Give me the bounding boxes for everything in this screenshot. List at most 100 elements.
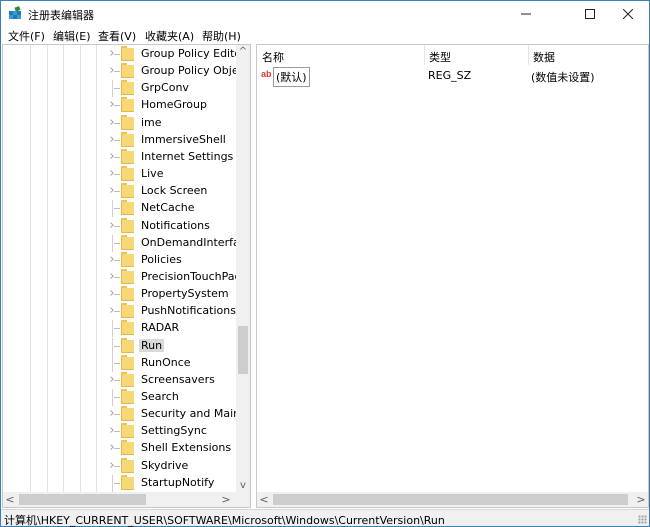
tree-item[interactable]: StartupNotify	[3, 474, 237, 492]
tree-item[interactable]: › PropertySystem	[3, 286, 237, 303]
menu-help[interactable]: 帮助(H)	[201, 28, 242, 44]
tree-connector	[114, 105, 120, 107]
tree-connector	[114, 259, 120, 261]
tree-item[interactable]: GrpConv	[3, 80, 237, 98]
column-header-type[interactable]: 类型	[424, 45, 528, 65]
tree-item[interactable]: › Lock Screen	[3, 183, 237, 200]
tree-item[interactable]: › Skydrive	[3, 457, 237, 475]
scroll-right-arrow-icon[interactable]: >	[219, 492, 233, 507]
column-header-data[interactable]: 数据	[528, 45, 648, 65]
menu-bar: 文件(F) 编辑(E) 查看(V) 收藏夹(A) 帮助(H)	[1, 27, 649, 45]
resize-grip-icon[interactable]	[638, 515, 647, 524]
tree-connector	[114, 139, 120, 141]
status-bar: 计算机\HKEY_CURRENT_USER\SOFTWARE\Microsoft…	[1, 509, 649, 527]
tree-connector	[112, 354, 113, 372]
values-pane[interactable]: 名称 类型 数据 ab (默认) REG_SZ (数值未设置) < >	[256, 44, 649, 508]
tree-item-label: Group Policy Objec	[141, 64, 245, 78]
scroll-left-arrow-icon[interactable]: <	[257, 492, 271, 507]
current-key-path: 计算机\HKEY_CURRENT_USER\SOFTWARE\Microsoft…	[4, 514, 445, 527]
tree-item-label: HomeGroup	[141, 98, 207, 112]
tree-item[interactable]: › Group Policy Editor	[3, 46, 246, 63]
tree-connector	[114, 414, 120, 416]
scrollbar-thumb[interactable]	[238, 326, 248, 374]
tree-item[interactable]: RADAR	[3, 320, 237, 338]
tree-item[interactable]: › Internet Settings	[3, 148, 237, 166]
tree-connector	[114, 328, 120, 330]
tree-item[interactable]: NetCache	[3, 200, 237, 218]
tree-item[interactable]: › PushNotifications	[3, 303, 237, 320]
menu-favorites[interactable]: 收藏夹(A)	[144, 28, 195, 44]
folder-icon	[121, 183, 134, 199]
tree-connector	[114, 88, 120, 90]
tree-item-label: Group Policy Editor	[141, 47, 246, 60]
tree-item[interactable]: › Policies	[3, 251, 237, 269]
tree-connector	[114, 71, 120, 73]
tree-item-label: ime	[141, 115, 162, 129]
values-horizontal-scrollbar[interactable]: < >	[257, 492, 648, 507]
scrollbar-thumb[interactable]	[273, 494, 628, 505]
maximize-icon	[585, 9, 595, 19]
scroll-down-arrow-icon[interactable]: v	[236, 479, 250, 493]
tree-vertical-scrollbar[interactable]: ^ v	[236, 45, 250, 493]
folder-icon	[121, 423, 134, 439]
tree-item[interactable]: › HomeGroup	[3, 97, 237, 114]
minimize-button[interactable]	[503, 1, 549, 27]
folder-icon	[121, 406, 134, 422]
close-button[interactable]	[605, 1, 650, 27]
scroll-up-arrow-icon[interactable]: ^	[236, 45, 250, 59]
folder-icon	[121, 234, 134, 250]
tree-item[interactable]: Run	[3, 337, 237, 355]
tree-item-label: RunOnce	[141, 355, 191, 369]
tree-item-label: Policies	[141, 252, 182, 266]
tree-item[interactable]: OnDemandInterface	[3, 234, 250, 252]
tree-connector	[114, 397, 120, 398]
tree-item[interactable]: › Group Policy Objec	[3, 63, 245, 80]
folder-icon	[121, 286, 134, 302]
tree-item-label: Skydrive	[141, 458, 189, 472]
close-icon	[623, 9, 633, 19]
column-header-name[interactable]: 名称	[257, 45, 424, 65]
tree-item[interactable]: › PrecisionTouchPad	[3, 268, 242, 286]
folder-icon	[121, 337, 134, 353]
tree-item[interactable]: › Shell Extensions	[3, 440, 237, 457]
tree-item[interactable]: › Notifications	[3, 217, 237, 235]
value-data: (数值未设置)	[531, 71, 595, 84]
folder-icon	[121, 268, 134, 284]
value-name[interactable]: (默认)	[273, 67, 310, 87]
tree-connector	[114, 482, 120, 484]
tree-item-label: Internet Settings	[141, 149, 234, 163]
tree-item[interactable]: › Live	[3, 166, 237, 183]
value-row[interactable]: ab (默认) REG_SZ (数值未设置)	[257, 67, 648, 87]
tree-connector	[114, 465, 120, 467]
scroll-right-arrow-icon[interactable]: >	[634, 492, 648, 507]
tree-horizontal-scrollbar[interactable]: < >	[3, 492, 250, 507]
tree-item[interactable]: › SettingSync	[3, 423, 237, 440]
key-tree-pane[interactable]: › Group Policy Editor › Group Policy Objec G…	[2, 44, 251, 508]
tree-connector	[114, 362, 120, 364]
menu-edit[interactable]: 编辑(E)	[52, 28, 92, 44]
window-title: 注册表编辑器	[28, 9, 94, 22]
tree-item[interactable]: › ime	[3, 114, 237, 132]
menu-file[interactable]: 文件(F)	[7, 28, 46, 44]
tree-item[interactable]: Search	[3, 389, 237, 406]
tree-connector	[114, 208, 120, 210]
folder-icon	[121, 166, 134, 182]
tree-item-label: PushNotifications	[141, 304, 236, 318]
tree-item[interactable]: › Security and Mainte	[3, 406, 250, 423]
folder-icon	[121, 97, 134, 113]
scrollbar-thumb[interactable]	[19, 494, 146, 505]
tree-item-label: SettingSync	[141, 424, 207, 438]
folder-icon	[121, 303, 134, 319]
scroll-left-arrow-icon[interactable]: <	[3, 492, 17, 507]
tree-connector	[112, 474, 113, 492]
tree-item[interactable]: › ImmersiveShell	[3, 131, 237, 149]
tree-connector	[114, 448, 120, 450]
tree-connector	[114, 311, 120, 313]
menu-view[interactable]: 查看(V)	[97, 28, 137, 44]
tree-item[interactable]: RunOnce	[3, 354, 237, 372]
tree-item[interactable]: › Screensavers	[3, 371, 237, 389]
tree-item-label: ImmersiveShell	[141, 132, 226, 146]
folder-icon	[121, 474, 134, 490]
folder-icon	[121, 217, 134, 233]
folder-icon	[121, 63, 134, 79]
